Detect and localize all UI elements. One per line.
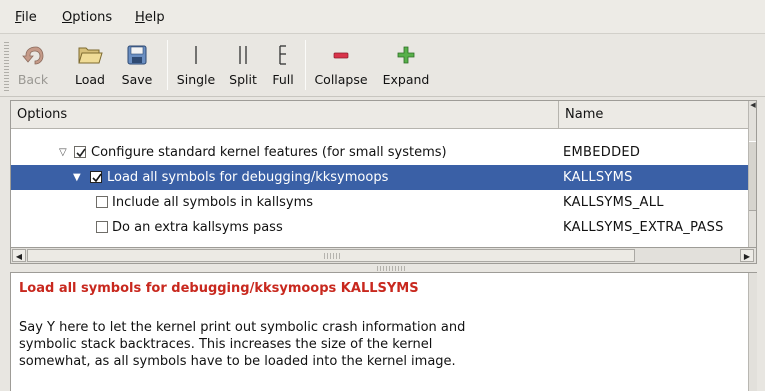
plus-icon — [391, 40, 421, 70]
full-tree-icon — [268, 40, 298, 70]
option-symbol-name: EMBEDDED — [563, 145, 641, 160]
splitter-grip — [375, 266, 405, 271]
expand-button[interactable]: Expand — [376, 36, 436, 94]
help-line: somewhat, as all symbols have to be load… — [19, 354, 456, 369]
option-symbol-name: KALLSYMS_EXTRA_PASS — [563, 220, 724, 235]
help-vertical-scrollbar[interactable] — [748, 273, 757, 391]
option-label: Do an extra kallsyms pass — [112, 220, 283, 235]
single-view-button[interactable]: Single — [172, 36, 220, 94]
scrollbar-thumb[interactable] — [27, 249, 635, 262]
collapse-button[interactable]: Collapse — [309, 36, 373, 94]
option-symbol-name: KALLSYMS — [563, 170, 633, 185]
save-button[interactable]: Save — [116, 36, 158, 94]
single-pane-icon — [181, 40, 211, 70]
load-button[interactable]: Load — [72, 36, 108, 94]
expander-arrow-icon[interactable]: ▽ — [59, 140, 67, 165]
thumb-grip — [322, 253, 340, 259]
option-label: Include all symbols in kallsyms — [112, 195, 314, 210]
help-title: Load all symbols for debugging/kksymoops… — [19, 281, 419, 296]
option-label: Configure standard kernel features (for … — [91, 145, 447, 160]
floppy-disk-icon — [122, 40, 152, 70]
expander-arrow-icon[interactable]: ▼ — [73, 165, 81, 190]
scroll-left-arrow-icon[interactable]: ◀ — [12, 249, 26, 262]
toolbar-grip[interactable] — [4, 40, 9, 92]
options-tree: Options Name ▽ Configure standard kernel… — [10, 100, 757, 248]
split-view-button[interactable]: Split — [225, 36, 261, 94]
option-label: Load all symbols for debugging/kksymoops — [107, 170, 389, 185]
menu-help[interactable]: Help — [135, 10, 165, 25]
help-line: symbolic stack backtraces. This increase… — [19, 337, 433, 352]
folder-icon — [75, 40, 105, 70]
tree-horizontal-scrollbar[interactable]: ◀ ▶ — [10, 248, 757, 264]
option-checkbox[interactable] — [74, 146, 86, 158]
toolbar: Back Load Save Single Split Full Collaps… — [0, 34, 765, 97]
option-checkbox[interactable] — [96, 196, 108, 208]
tree-vertical-scrollbar[interactable]: ◀ — [748, 101, 756, 247]
menu-options[interactable]: Options — [62, 10, 112, 25]
full-view-button[interactable]: Full — [266, 36, 300, 94]
checkmark-icon — [92, 173, 102, 183]
help-panel: Load all symbols for debugging/kksymoops… — [10, 272, 757, 391]
split-pane-icon — [228, 40, 258, 70]
scroll-up-arrow-icon[interactable]: ◀ — [749, 101, 756, 113]
option-checkbox[interactable] — [90, 171, 102, 183]
pane-splitter[interactable] — [10, 265, 757, 272]
scrollbar-thumb[interactable] — [749, 141, 756, 211]
column-header-options[interactable]: Options — [11, 101, 559, 129]
option-checkbox[interactable] — [96, 221, 108, 233]
tree-row[interactable]: Include all symbols in kallsyms KALLSYMS… — [11, 190, 748, 215]
tree-row[interactable]: ▽ Configure standard kernel features (fo… — [11, 140, 748, 165]
back-arrow-icon — [18, 40, 48, 70]
menu-bar: File Options Help — [0, 0, 765, 34]
toolbar-separator — [305, 40, 306, 90]
menu-file[interactable]: File — [15, 10, 37, 25]
scroll-right-arrow-icon[interactable]: ▶ — [740, 249, 754, 262]
column-header-name[interactable]: Name — [559, 101, 748, 129]
tree-row[interactable]: Do an extra kallsyms pass KALLSYMS_EXTRA… — [11, 215, 748, 240]
toolbar-separator — [167, 40, 168, 90]
option-symbol-name: KALLSYMS_ALL — [563, 195, 664, 210]
checkmark-icon — [76, 148, 86, 158]
help-line: Say Y here to let the kernel print out s… — [19, 320, 466, 335]
help-text: Say Y here to let the kernel print out s… — [19, 319, 619, 370]
tree-row-selected[interactable]: ▼ Load all symbols for debugging/kksymoo… — [11, 165, 748, 190]
back-button[interactable]: Back — [16, 36, 50, 94]
tree-header: Options Name — [11, 101, 748, 129]
minus-icon — [326, 40, 356, 70]
